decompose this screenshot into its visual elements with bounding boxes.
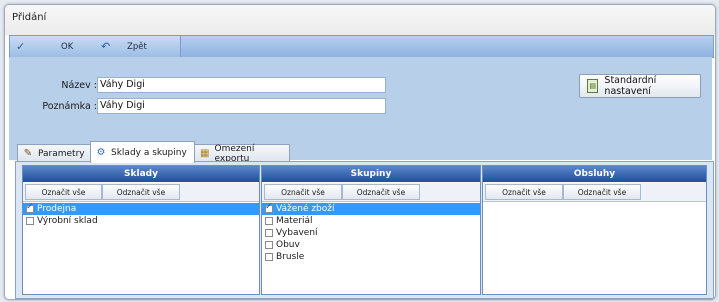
params-icon: ✎ xyxy=(23,148,33,159)
name-label: Název : xyxy=(61,80,97,91)
list-item-label: Vážené zboží xyxy=(276,204,335,214)
panel-obsluhy-buttons: Označit vše Odznačit vše xyxy=(483,183,706,202)
panel-sklady-buttons: Označit vše Odznačit vše xyxy=(23,183,259,202)
panel-sklady-header: Sklady xyxy=(23,166,259,182)
sklady-deselect-all-button[interactable]: Odznačit vše xyxy=(102,184,180,200)
list-item[interactable]: Vážené zboží xyxy=(262,202,480,215)
list-item[interactable]: Brusle xyxy=(262,251,480,263)
checkbox[interactable] xyxy=(265,217,273,225)
warehouse-icon: ⚙ xyxy=(96,147,106,158)
toolbar: ✓ OK ↶ Zpět xyxy=(9,35,714,58)
tab-sklady-a-skupiny[interactable]: ⚙ Sklady a skupiny xyxy=(90,141,195,163)
panel-obsluhy-header: Obsluhy xyxy=(483,166,706,182)
note-label: Poznámka : xyxy=(42,101,97,112)
checkbox[interactable] xyxy=(26,217,34,225)
list-item[interactable]: Výrobní sklad xyxy=(23,215,259,227)
list-item[interactable]: Obuv xyxy=(262,239,480,251)
sklady-select-all-button[interactable]: Označit vše xyxy=(25,184,102,200)
checkmark-icon: ✓ xyxy=(16,40,26,53)
back-button[interactable]: ↶ Zpět xyxy=(95,36,175,57)
ok-button-label: OK xyxy=(61,41,74,52)
undo-icon: ↶ xyxy=(101,40,111,53)
name-input[interactable] xyxy=(97,77,386,93)
checkbox[interactable] xyxy=(265,202,273,213)
toolbar-group: ✓ OK ↶ Zpět xyxy=(10,36,181,57)
list-item-label: Materiál xyxy=(276,216,313,226)
list-item[interactable]: Vybavení xyxy=(262,227,480,239)
ok-button[interactable]: ✓ OK xyxy=(10,36,82,57)
checkbox[interactable] xyxy=(265,241,273,249)
panel-sklady: Sklady Označit vše Odznačit vše Prodejna… xyxy=(22,165,260,295)
tab-parametry[interactable]: ✎ Parametry xyxy=(17,144,91,162)
tab-omezeni-exportu[interactable]: ▦ Omezení exportu xyxy=(194,144,290,164)
panel-skupiny-header: Skupiny xyxy=(262,166,480,182)
note-input[interactable] xyxy=(97,98,386,114)
document-icon: ▤ xyxy=(587,79,599,93)
panel-obsluhy: Obsluhy Označit vše Odznačit vše xyxy=(482,165,707,295)
skupiny-list: Vážené zboží Materiál Vybavení Obuv Brus… xyxy=(262,202,480,263)
back-button-label: Zpět xyxy=(127,41,147,52)
tab-parametry-label: Parametry xyxy=(38,148,85,159)
window-title: Přidání xyxy=(12,12,47,23)
panel-skupiny-buttons: Označit vše Odznačit vše xyxy=(262,183,480,202)
skupiny-deselect-all-button[interactable]: Odznačit vše xyxy=(342,184,420,200)
sklady-list: Prodejna Výrobní sklad xyxy=(23,202,259,227)
export-icon: ▦ xyxy=(200,148,210,159)
obsluhy-select-all-button[interactable]: Označit vše xyxy=(485,184,563,200)
tab-sklady-label: Sklady a skupiny xyxy=(111,147,187,158)
obsluhy-deselect-all-button[interactable]: Odznačit vše xyxy=(563,184,641,200)
list-item[interactable]: Materiál xyxy=(262,215,480,227)
list-item[interactable]: Prodejna xyxy=(23,202,259,215)
checkbox[interactable] xyxy=(265,229,273,237)
list-item-label: Prodejna xyxy=(37,204,77,214)
list-item-label: Brusle xyxy=(276,252,305,262)
standard-settings-button[interactable]: ▤ Standardní nastavení xyxy=(579,74,701,98)
title-bar: Přidání xyxy=(5,5,715,35)
checkbox[interactable] xyxy=(26,202,34,213)
panel-skupiny: Skupiny Označit vše Odznačit vše Vážené … xyxy=(261,165,481,295)
skupiny-select-all-button[interactable]: Označit vše xyxy=(264,184,342,200)
checkbox[interactable] xyxy=(265,253,273,261)
list-item-label: Výrobní sklad xyxy=(37,216,98,226)
dialog-window: Přidání ✓ OK ↶ Zpět Název : Poznámka : ▤… xyxy=(4,4,716,300)
standard-settings-label: Standardní nastavení xyxy=(604,75,657,97)
list-item-label: Vybavení xyxy=(276,228,318,238)
list-item-label: Obuv xyxy=(276,240,300,250)
